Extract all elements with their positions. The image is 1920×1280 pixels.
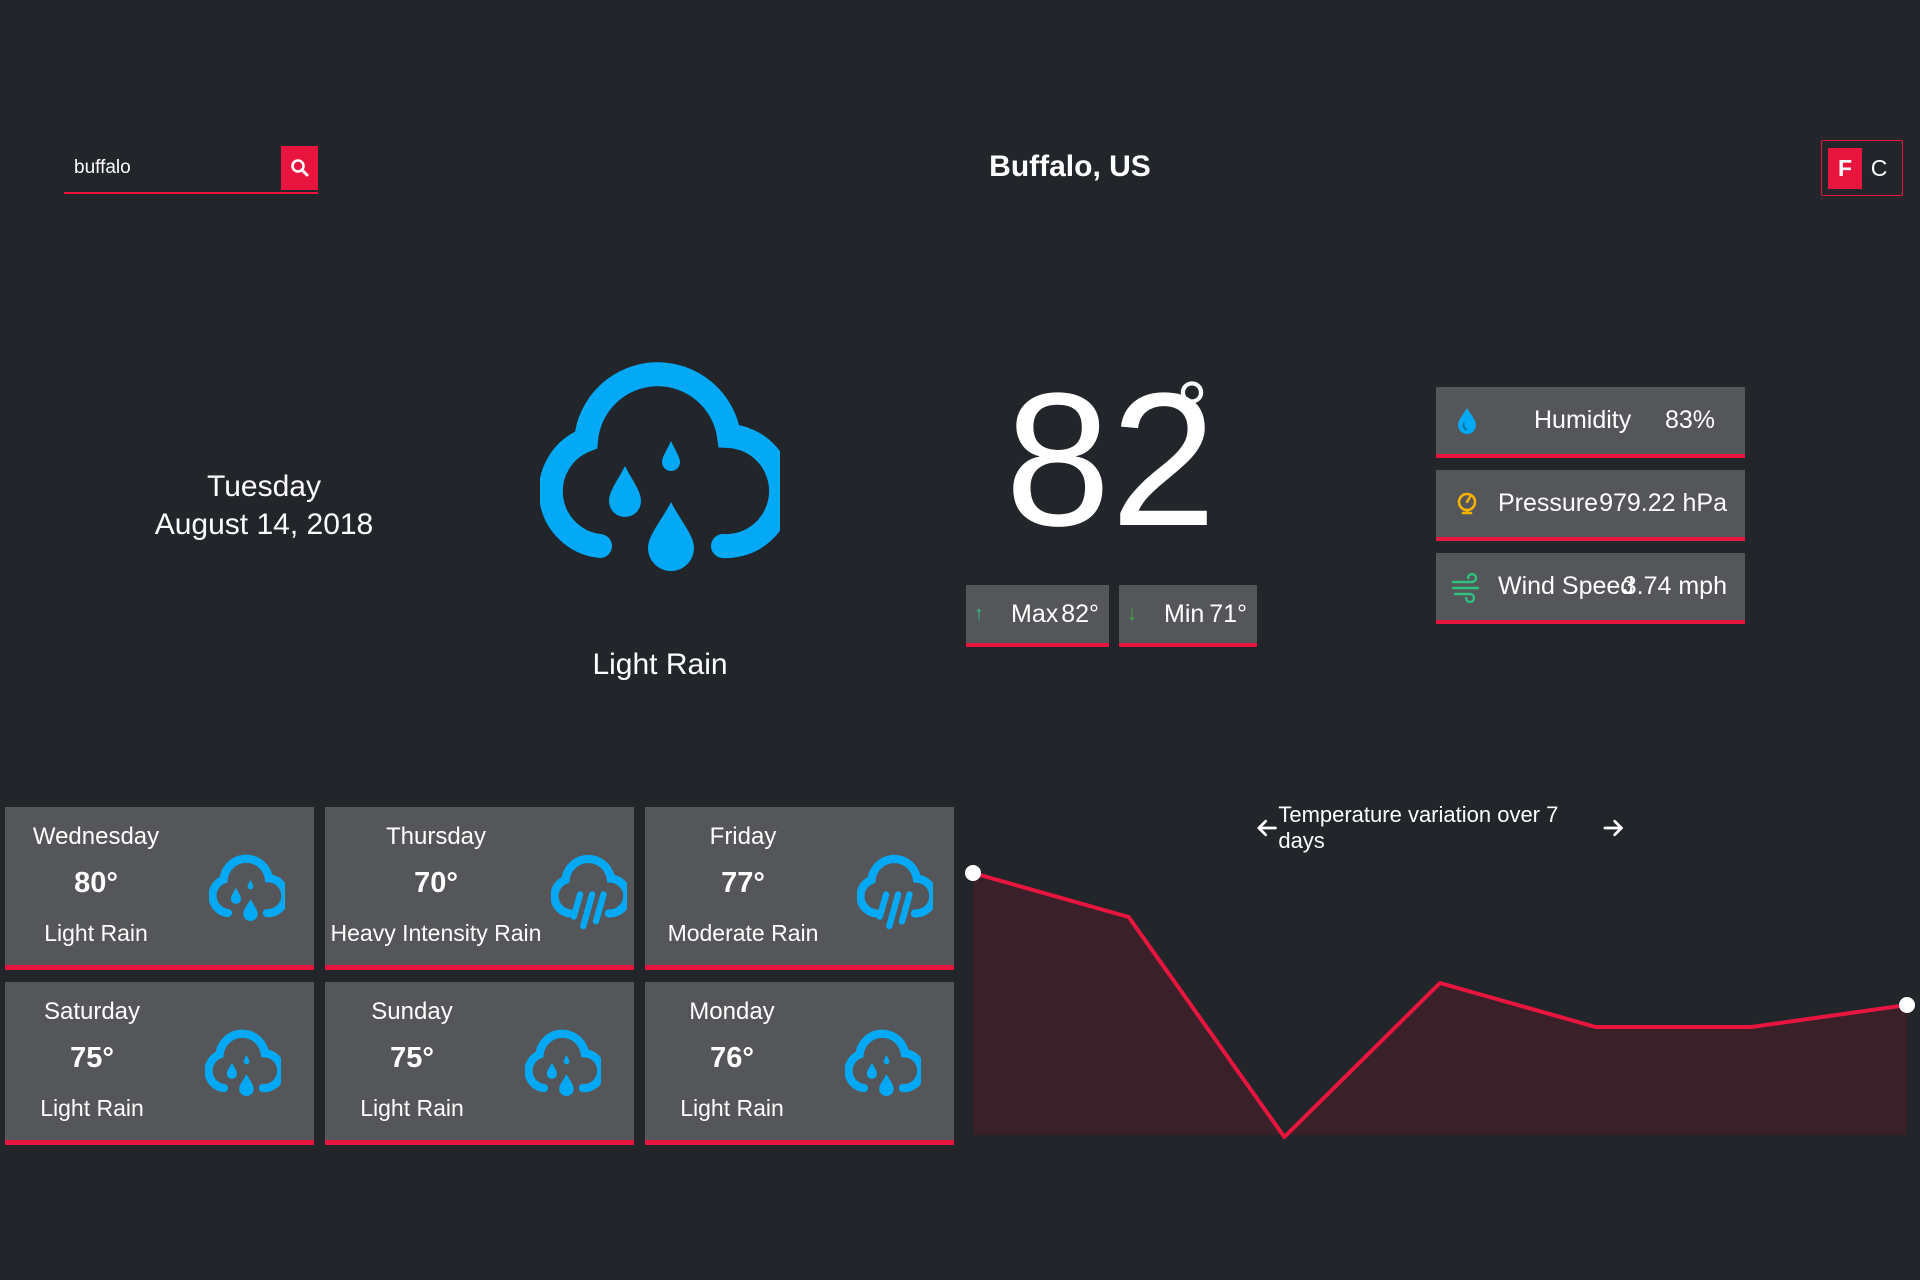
temperature-chart xyxy=(965,865,1915,1139)
unit-toggle: F C xyxy=(1821,140,1903,196)
chart-point xyxy=(965,865,981,881)
forecast-card[interactable]: Saturday 75° Light Rain xyxy=(5,982,314,1145)
pressure-stat: Pressure 979.22 hPa xyxy=(1436,470,1745,541)
forecast-card[interactable]: Thursday 70° Heavy Intensity Rain xyxy=(325,807,634,970)
min-temp-box: ↓ Min 71° xyxy=(1119,585,1257,647)
light-rain-icon xyxy=(205,1029,281,1096)
droplet-icon xyxy=(1458,408,1476,434)
wind-speed-label: Wind Speed xyxy=(1498,572,1635,600)
max-label: Max xyxy=(1011,599,1059,628)
humidity-value: 83% xyxy=(1664,406,1715,434)
chart-title: Temperature variation over 7 days xyxy=(1278,802,1559,853)
max-value: 82° xyxy=(1061,599,1099,628)
forecast-description: Light Rain xyxy=(40,1095,144,1121)
forecast-day: Monday xyxy=(689,998,775,1025)
heavy-rain-icon xyxy=(551,854,627,930)
degree-symbol: ° xyxy=(1176,365,1208,454)
forecast-description: Light Rain xyxy=(360,1095,464,1121)
chart-header: Temperature variation over 7 days xyxy=(1255,802,1625,853)
gauge-icon xyxy=(1457,492,1477,515)
forecast-temp: 76° xyxy=(710,1042,754,1074)
light-rain-icon xyxy=(540,362,780,571)
current-description: Light Rain xyxy=(592,648,728,681)
forecast-description: Moderate Rain xyxy=(667,920,819,946)
forecast-description: Light Rain xyxy=(44,920,148,946)
forecast-temp: 70° xyxy=(414,867,458,899)
min-label: Min xyxy=(1164,599,1205,628)
wind-speed-stat: Wind Speed 3.74 mph xyxy=(1436,553,1745,624)
forecast-temp: 77° xyxy=(721,867,765,899)
forecast-day: Sunday xyxy=(371,998,453,1025)
forecast-temp: 75° xyxy=(390,1042,434,1074)
arrow-down-icon: ↓ xyxy=(1127,602,1137,625)
pressure-value: 979.22 hPa xyxy=(1599,489,1727,517)
heavy-rain-icon xyxy=(857,854,933,930)
forecast-description: Heavy Intensity Rain xyxy=(330,920,542,946)
chart-point xyxy=(1899,997,1915,1013)
full-date: August 14, 2018 xyxy=(154,508,374,541)
forecast-description: Light Rain xyxy=(680,1095,784,1121)
forecast-card[interactable]: Friday 77° Moderate Rain xyxy=(645,807,954,970)
weather-app: Buffalo, US F C Tuesday August 14, 2018 … xyxy=(0,0,1920,1280)
forecast-day: Wednesday xyxy=(32,823,160,850)
humidity-label: Humidity xyxy=(1534,406,1632,434)
forecast-day: Saturday xyxy=(43,998,141,1025)
weekday: Tuesday xyxy=(207,470,321,503)
wind-speed-value: 3.74 mph xyxy=(1622,572,1727,600)
search-icon xyxy=(290,159,308,177)
search-button[interactable] xyxy=(281,146,318,190)
forecast-card[interactable]: Sunday 75° Light Rain xyxy=(325,982,634,1145)
arrow-up-icon: ↑ xyxy=(974,602,984,625)
city-name: Buffalo, US xyxy=(989,150,1151,183)
light-rain-icon xyxy=(845,1029,921,1096)
fahrenheit-button[interactable]: F xyxy=(1828,148,1862,189)
forecast-card[interactable]: Monday 76° Light Rain xyxy=(645,982,954,1145)
search-input[interactable] xyxy=(64,146,274,190)
min-value: 71° xyxy=(1209,599,1247,628)
arrow-right-icon[interactable] xyxy=(1602,816,1625,840)
light-rain-icon xyxy=(209,854,285,921)
search-bar xyxy=(64,146,318,194)
forecast-day: Friday xyxy=(709,823,777,850)
light-rain-icon xyxy=(525,1029,601,1096)
humidity-stat: Humidity 83% xyxy=(1436,387,1745,458)
pressure-label: Pressure xyxy=(1498,489,1599,517)
celsius-button[interactable]: C xyxy=(1862,148,1896,189)
forecast-temp: 80° xyxy=(74,867,118,899)
wind-icon xyxy=(1451,572,1480,603)
max-temp-box: ↑ Max 82° xyxy=(966,585,1109,647)
current-date: Tuesday August 14, 2018 xyxy=(150,468,378,544)
forecast-day: Thursday xyxy=(385,823,487,850)
forecast-card[interactable]: Wednesday 80° Light Rain xyxy=(5,807,314,970)
arrow-left-icon[interactable] xyxy=(1255,816,1278,840)
forecast-temp: 75° xyxy=(70,1042,114,1074)
